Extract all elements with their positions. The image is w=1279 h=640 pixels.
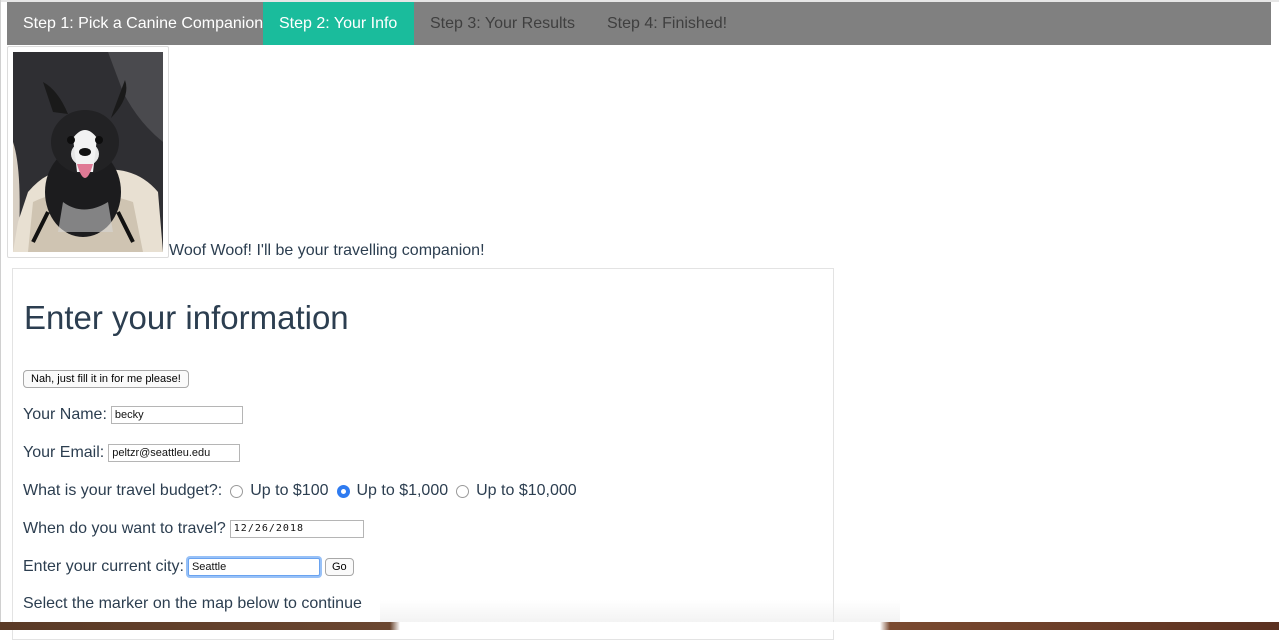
step-navbar: Step 1: Pick a Canine Companion Step 2: … <box>7 2 1271 45</box>
info-form-panel: Enter your information Nah, just fill it… <box>12 268 834 640</box>
name-label: Your Name: <box>23 406 107 423</box>
nav-step-2[interactable]: Step 2: Your Info <box>263 2 414 45</box>
companion-dog-photo <box>13 52 163 252</box>
email-input[interactable]: peltzr@seattleu.edu <box>108 444 241 462</box>
budget-label: What is your travel budget?: <box>23 482 223 499</box>
date-label: When do you want to travel? <box>23 520 226 537</box>
budget-option-10000-label: Up to $10,000 <box>476 482 577 499</box>
email-row: Your Email: peltzr@seattleu.edu <box>23 442 241 464</box>
go-button[interactable]: Go <box>324 558 354 576</box>
nav-step-4-label: Step 4: Finished! <box>607 14 728 32</box>
date-row: When do you want to travel? 12/26/2018 <box>23 518 364 540</box>
nav-step-1[interactable]: Step 1: Pick a Canine Companion <box>7 2 263 45</box>
companion-caption: Woof Woof! I'll be your travelling compa… <box>169 242 485 259</box>
bottom-edge-strip <box>0 622 1279 630</box>
nav-step-3[interactable]: Step 3: Your Results <box>414 2 591 45</box>
budget-option-100-label: Up to $100 <box>250 482 329 499</box>
nav-step-4[interactable]: Step 4: Finished! <box>591 2 743 45</box>
city-input[interactable]: Seattle <box>187 558 320 576</box>
name-input[interactable]: becky <box>110 406 243 424</box>
map-instruction: Select the marker on the map below to co… <box>23 595 362 612</box>
budget-row: What is your travel budget?: Up to $100 … <box>23 480 581 502</box>
nav-step-3-label: Step 3: Your Results <box>430 14 575 32</box>
nav-step-2-label: Step 2: Your Info <box>279 14 398 32</box>
budget-radio-100[interactable] <box>230 484 244 498</box>
budget-option-1000-label: Up to $1,000 <box>356 482 449 499</box>
nav-step-1-label: Step 1: Pick a Canine Companion <box>23 14 264 32</box>
budget-radio-1000[interactable] <box>336 484 350 498</box>
autofill-button[interactable]: Nah, just fill it in for me please! <box>23 370 189 388</box>
budget-radio-10000[interactable] <box>456 484 470 498</box>
city-label: Enter your current city: <box>23 558 184 575</box>
city-row: Enter your current city: Seattle Go <box>23 556 354 578</box>
email-label: Your Email: <box>23 444 105 461</box>
dog-photo-illustration <box>13 52 163 252</box>
window-left-edge <box>0 0 1 630</box>
companion-photo-frame <box>7 46 169 258</box>
travel-date-input[interactable]: 12/26/2018 <box>229 520 364 538</box>
form-heading: Enter your information <box>24 299 349 336</box>
name-row: Your Name: becky <box>23 404 243 426</box>
